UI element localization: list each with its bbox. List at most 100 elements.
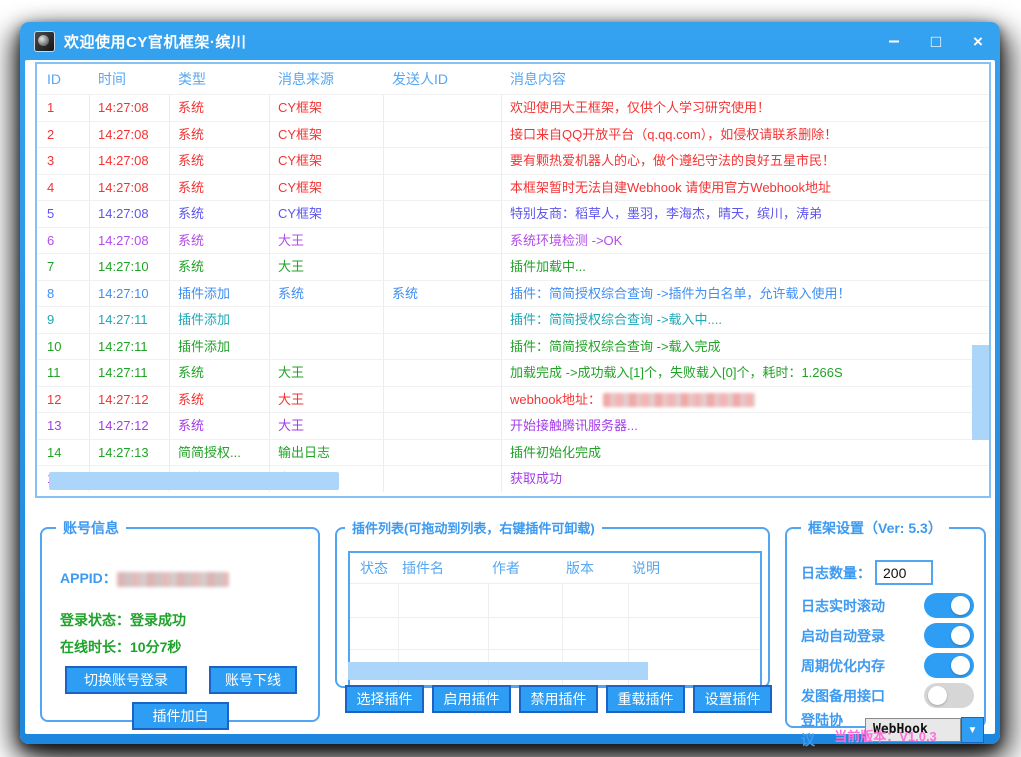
log-cell-time: 14:27:11 [90,360,170,386]
log-row[interactable]: 714:27:10系统大王插件加载中... [37,253,989,280]
log-cell-type: 系统 [170,228,270,254]
enable-plugin-button[interactable]: 启用插件 [432,685,511,713]
log-cell-source [270,334,384,360]
log-cell-sender [384,254,502,280]
log-cell-type: 系统 [170,201,270,227]
log-table-header: ID 时间 类型 消息来源 发送人ID 消息内容 [37,64,989,94]
log-cell-message: 接口来自QQ开放平台（q.qq.com），如侵权请联系删除！ [502,122,989,148]
log-row[interactable]: 1114:27:11系统大王加载完成 ->成功载入[1]个，失败载入[0]个，耗… [37,359,989,386]
log-row[interactable]: 414:27:08系统CY框架本框架暂时无法自建Webhook 请使用官方Web… [37,174,989,201]
minimize-icon[interactable]: – [886,31,902,51]
log-cell-source: CY框架 [270,122,384,148]
switch-account-button[interactable]: 切换账号登录 [65,666,187,694]
log-cell-time: 14:27:13 [90,440,170,466]
log-horizontal-scrollbar[interactable] [49,472,339,490]
log-row[interactable]: 314:27:08系统CY框架 要有颗热爱机器人的心，做个遵纪守法的良好五星市民！ [37,147,989,174]
log-cell-id: 12 [37,387,90,413]
plugin-actions: 选择插件 启用插件 禁用插件 重载插件 设置插件 [345,685,772,713]
maximize-icon[interactable]: □ [928,33,944,50]
log-cell-sender [384,466,502,492]
plugin-horizontal-scrollbar[interactable] [348,662,648,680]
log-cell-message: 插件：简简授权综合查询 ->插件为白名单，允许载入使用！ [502,281,989,307]
log-cell-sender [384,360,502,386]
log-cell-message: 特别友商：稻草人，墨羽，李海杰，晴天，缤川，涛弟 [502,201,989,227]
log-row[interactable]: 1214:27:12系统大王webhook地址： [37,386,989,413]
log-count-row: 日志数量： [801,560,933,585]
toggle-switch[interactable] [924,653,974,678]
log-row[interactable]: 914:27:11插件添加插件：简简授权综合查询 ->载入中.... [37,306,989,333]
appid-row: APPID： [60,568,229,588]
plugin-grid-line [350,617,760,618]
webhook-address-redacted [603,393,755,407]
log-cell-id: 6 [37,228,90,254]
plugin-col-version: 版本 [562,553,628,583]
log-cell-time: 14:27:08 [90,228,170,254]
log-cell-time: 14:27:10 [90,281,170,307]
toggle-switch[interactable] [924,623,974,648]
plugin-list-title: 插件列表(可拖动到列表，右键插件可卸载) [345,518,602,537]
log-row[interactable]: 614:27:08系统大王系统环境检测 ->OK [37,227,989,254]
log-cell-time: 14:27:11 [90,334,170,360]
plugin-whitelist-button[interactable]: 插件加白 [132,702,229,730]
log-cell-message: 插件初始化完成 [502,440,989,466]
log-cell-source: CY框架 [270,95,384,121]
login-status-text: 登录状态：登录成功 [60,610,186,630]
account-panel: 账号信息 APPID： 登录状态：登录成功 在线时长：10分7秒 切换账号登录 … [40,518,320,722]
toggle-knob [928,686,947,705]
toggle-knob [951,596,970,615]
log-cell-source: CY框架 [270,175,384,201]
log-cell-type: 系统 [170,175,270,201]
log-cell-id: 10 [37,334,90,360]
log-row[interactable]: 1414:27:13简简授权...输出日志插件初始化完成 [37,439,989,466]
toggle-switch[interactable] [924,593,974,618]
log-cell-source: 系统 [270,281,384,307]
log-cell-id: 2 [37,122,90,148]
log-col-type: 类型 [170,64,270,94]
log-cell-time: 14:27:08 [90,148,170,174]
log-row[interactable]: 1314:27:12系统大王开始接触腾讯服务器... [37,412,989,439]
log-cell-message: 要有颗热爱机器人的心，做个遵纪守法的良好五星市民！ [502,148,989,174]
titlebar[interactable]: 欢迎使用CY官机框架·缤川 – □ × [20,22,1000,60]
log-cell-sender [384,307,502,333]
log-cell-id: 3 [37,148,90,174]
log-cell-time: 14:27:08 [90,95,170,121]
log-row[interactable]: 1014:27:11插件添加插件：简简授权综合查询 ->载入完成 [37,333,989,360]
log-vertical-scrollbar[interactable] [972,345,989,440]
log-cell-time: 14:27:11 [90,307,170,333]
log-cell-source: CY框架 [270,201,384,227]
toggle-row: 启动自动登录 [801,623,974,648]
toggle-switch[interactable] [924,683,974,708]
toggle-knob [951,656,970,675]
log-count-input[interactable] [875,560,933,585]
log-count-label: 日志数量： [801,563,871,583]
reload-plugin-button[interactable]: 重载插件 [606,685,685,713]
log-cell-source [270,307,384,333]
log-cell-sender [384,440,502,466]
log-cell-type: 系统 [170,254,270,280]
configure-plugin-button[interactable]: 设置插件 [693,685,772,713]
toggle-knob [951,626,970,645]
log-cell-message: 获取成功 [502,466,989,492]
window-controls: – □ × [886,31,986,51]
log-row[interactable]: 814:27:10插件添加系统系统插件：简简授权综合查询 ->插件为白名单，允许… [37,280,989,307]
framework-settings-title: 框架设置（Ver: 5.3） [801,518,949,538]
log-cell-message: 插件：简简授权综合查询 ->载入中.... [502,307,989,333]
log-row[interactable]: 514:27:08系统CY框架特别友商：稻草人，墨羽，李海杰，晴天，缤川，涛弟 [37,200,989,227]
log-cell-source: 大王 [270,413,384,439]
log-cell-source: 输出日志 [270,440,384,466]
log-cell-time: 14:27:08 [90,201,170,227]
log-cell-type: 系统 [170,148,270,174]
plugin-col-name: 插件名 [398,553,488,583]
account-offline-button[interactable]: 账号下线 [209,666,297,694]
select-plugin-button[interactable]: 选择插件 [345,685,424,713]
log-cell-type: 系统 [170,95,270,121]
close-icon[interactable]: × [970,33,986,50]
log-col-message: 消息内容 [502,64,989,94]
app-logo-lens [38,35,49,46]
log-row[interactable]: 214:27:08系统CY框架接口来自QQ开放平台（q.qq.com），如侵权请… [37,121,989,148]
log-row[interactable]: 114:27:08系统CY框架欢迎使用大王框架，仅供个人学习研究使用！ [37,94,989,121]
log-cell-source: CY框架 [270,148,384,174]
disable-plugin-button[interactable]: 禁用插件 [519,685,598,713]
plugin-col-author: 作者 [488,553,562,583]
window-content: ID 时间 类型 消息来源 发送人ID 消息内容 114:27:08系统CY框架… [25,60,995,734]
